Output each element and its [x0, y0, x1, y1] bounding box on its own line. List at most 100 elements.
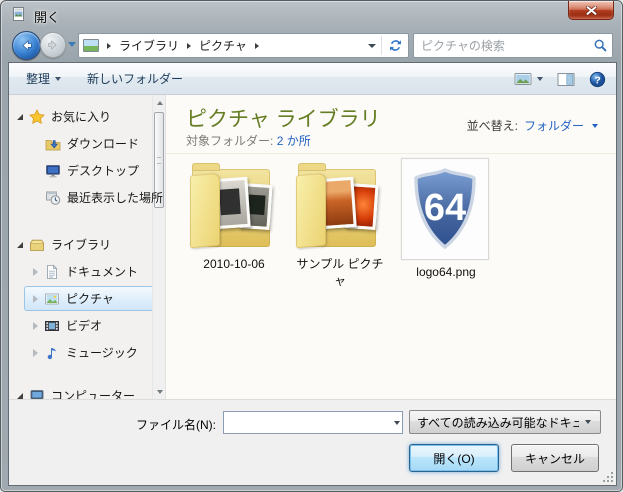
sidebar-group-libraries[interactable]: ライブラリ — [9, 231, 165, 258]
preview-pane-button[interactable] — [557, 72, 575, 87]
star-icon — [29, 109, 45, 125]
chevron-down-icon — [394, 421, 400, 425]
back-button[interactable] — [12, 31, 41, 60]
title-bar[interactable]: 開く — [1, 1, 622, 29]
sidebar-item-recent-places[interactable]: 最近表示した場所 — [9, 184, 165, 211]
item-label: ピクチャ — [66, 290, 114, 307]
film-icon — [44, 318, 60, 334]
chevron-down-icon — [579, 420, 596, 424]
filename-combobox[interactable] — [223, 411, 403, 434]
chevron-down-icon — [592, 124, 598, 128]
filename-label: ファイル名(N): — [136, 416, 216, 433]
library-icon — [29, 237, 45, 253]
sidebar-group-computer[interactable]: コンピューター — [9, 382, 165, 399]
cancel-button-label: キャンセル — [525, 450, 585, 467]
collapse-triangle-icon[interactable] — [33, 268, 38, 276]
sidebar-item-pictures[interactable]: ピクチャ — [9, 285, 165, 312]
open-button-label: 開く(O) — [433, 450, 474, 467]
history-dropdown-icon[interactable] — [68, 42, 76, 47]
magnifier-icon[interactable] — [588, 38, 612, 53]
monitor-icon — [45, 163, 61, 179]
item-name: logo64.png — [398, 264, 494, 281]
resize-grip[interactable] — [601, 470, 613, 482]
search-box[interactable] — [413, 33, 613, 58]
collapse-triangle-icon[interactable] — [33, 322, 38, 330]
computer-icon — [29, 388, 45, 400]
filetype-value: すべての読み込み可能なドキュ — [417, 414, 579, 431]
list-item-folder[interactable]: 2010-10-06 — [186, 157, 282, 290]
expand-triangle-icon[interactable] — [17, 242, 23, 248]
music-note-icon — [44, 345, 60, 361]
back-arrow-icon — [19, 38, 34, 53]
dialog-footer: ファイル名(N): すべての読み込み可能なドキュ 開く(O) キャンセル — [9, 399, 616, 485]
item-label: ビデオ — [66, 317, 102, 334]
arrange-by: 並べ替え: フォルダー — [467, 117, 598, 134]
chevron-down-icon — [537, 77, 543, 81]
expand-triangle-icon[interactable] — [17, 114, 23, 120]
group-label: ライブラリ — [51, 236, 111, 253]
organize-button[interactable]: 整理 — [17, 67, 70, 91]
shield-logo-icon: 64 — [409, 167, 481, 251]
new-folder-label: 新しいフォルダー — [87, 70, 183, 87]
item-label: ミュージック — [66, 344, 138, 361]
list-item-image[interactable]: 64 logo64.png — [398, 157, 494, 290]
collapse-triangle-icon[interactable] — [33, 349, 38, 357]
includes-link[interactable]: 2 か所 — [277, 134, 311, 148]
item-label: 最近表示した場所 — [67, 189, 163, 206]
filename-input[interactable] — [224, 412, 391, 433]
collapse-triangle-icon[interactable] — [33, 295, 38, 303]
chevron-down-icon — [368, 44, 376, 48]
sidebar-item-music[interactable]: ミュージック — [9, 339, 165, 366]
new-folder-button[interactable]: 新しいフォルダー — [78, 67, 192, 91]
picture-icon — [44, 291, 60, 307]
file-list-pane: ピクチャ ライブラリ 対象フォルダー: 2 か所 並べ替え: フォルダー — [166, 95, 616, 399]
open-file-dialog: 開く ライブラリ ピクチャ — [0, 0, 623, 492]
expand-triangle-icon[interactable] — [17, 393, 23, 399]
close-button[interactable] — [568, 1, 614, 20]
item-label: ダウンロード — [67, 135, 139, 152]
sidebar-item-desktop[interactable]: デスクトップ — [9, 157, 165, 184]
sidebar-group-favorites[interactable]: お気に入り — [9, 103, 165, 130]
forward-button[interactable] — [40, 32, 66, 58]
folder-front — [296, 173, 326, 249]
organize-label: 整理 — [26, 70, 50, 87]
arrange-value-link[interactable]: フォルダー — [524, 117, 584, 134]
question-mark-glyph: ? — [594, 75, 600, 86]
sidebar-item-downloads[interactable]: ダウンロード — [9, 130, 165, 157]
includes-label: 対象フォルダー: — [186, 134, 273, 148]
sidebar-item-videos[interactable]: ビデオ — [9, 312, 165, 339]
item-name: 2010-10-06 — [186, 256, 282, 273]
open-button[interactable]: 開く(O) — [409, 444, 499, 472]
breadcrumb-chevron-icon[interactable] — [255, 43, 259, 49]
search-input[interactable] — [414, 39, 588, 53]
folder-icon — [292, 157, 388, 253]
breadcrumb-chevron-icon[interactable] — [187, 43, 191, 49]
refresh-button[interactable] — [382, 38, 408, 53]
breadcrumb-chevron-icon[interactable] — [107, 43, 111, 49]
folder-icon — [186, 157, 282, 253]
views-button[interactable] — [514, 71, 543, 87]
address-bar[interactable]: ライブラリ ピクチャ — [78, 33, 409, 58]
chevron-down-icon — [55, 77, 61, 81]
help-button[interactable]: ? — [589, 71, 606, 88]
download-folder-icon — [45, 136, 61, 152]
window-title: 開く — [34, 7, 60, 26]
sidebar-item-documents[interactable]: ドキュメント — [9, 258, 165, 285]
breadcrumb-libraries[interactable]: ライブラリ — [119, 37, 179, 54]
library-title: ピクチャ ライブラリ — [186, 103, 381, 133]
item-label: ドキュメント — [66, 263, 138, 280]
command-toolbar: 整理 新しいフォルダー — [9, 63, 616, 95]
dialog-client-area: 整理 新しいフォルダー — [9, 63, 616, 485]
cancel-button[interactable]: キャンセル — [511, 444, 599, 472]
includes-line: 対象フォルダー: 2 か所 — [186, 132, 311, 149]
filetype-dropdown[interactable]: すべての読み込み可能なドキュ — [409, 410, 601, 434]
group-label: コンピューター — [51, 387, 135, 399]
arrange-label: 並べ替え: — [467, 117, 518, 134]
combobox-dropdown-button[interactable] — [391, 421, 402, 425]
document-icon — [44, 264, 60, 280]
breadcrumb-pictures[interactable]: ピクチャ — [199, 37, 247, 54]
list-item-folder[interactable]: サンプル ピクチャ — [292, 157, 388, 290]
folder-front — [190, 173, 220, 249]
thumbnail-frame: 64 — [401, 158, 489, 260]
address-dropdown-button[interactable] — [363, 44, 381, 48]
